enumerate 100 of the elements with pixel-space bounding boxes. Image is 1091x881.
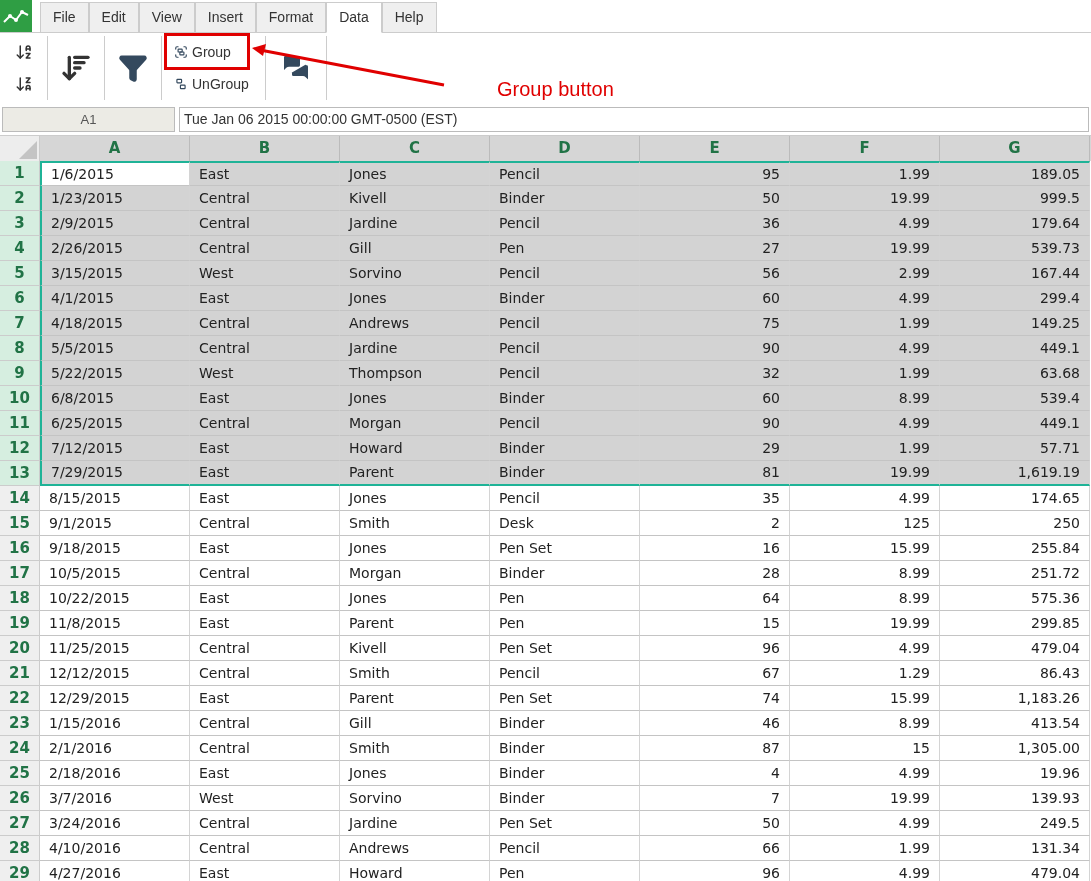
- table-cell: 64: [640, 586, 790, 611]
- table-cell: Central: [190, 561, 340, 586]
- table-cell: 1,183.26: [940, 686, 1090, 711]
- table-cell: 12/29/2015: [40, 686, 190, 711]
- table-cell: Central: [190, 711, 340, 736]
- table-cell: 6/8/2015: [40, 386, 190, 411]
- table-cell: 999.5: [940, 186, 1090, 211]
- menu-tab[interactable]: Help: [381, 2, 437, 33]
- row-header[interactable]: 22: [0, 686, 40, 711]
- table-cell: 19.99: [790, 611, 940, 636]
- table-cell: 3/7/2016: [40, 786, 190, 811]
- menu-tab[interactable]: Edit: [88, 2, 139, 33]
- row-header[interactable]: 29: [0, 861, 40, 881]
- table-cell: 81: [640, 461, 790, 486]
- table-cell: 4.99: [790, 336, 940, 361]
- row-header[interactable]: 14: [0, 486, 40, 511]
- table-cell: Binder: [490, 386, 640, 411]
- row-header[interactable]: 2: [0, 186, 40, 211]
- table-cell: Gill: [340, 236, 490, 261]
- table-cell: 2/18/2016: [40, 761, 190, 786]
- menu-tab[interactable]: View: [138, 2, 195, 33]
- group-button[interactable]: Group: [174, 41, 231, 63]
- row-header[interactable]: 20: [0, 636, 40, 661]
- table-cell: 32: [640, 361, 790, 386]
- table-cell: 4.99: [790, 486, 940, 511]
- table-cell: 36: [640, 211, 790, 236]
- table-cell: Jones: [340, 486, 490, 511]
- row-header[interactable]: 18: [0, 586, 40, 611]
- table-cell: 3/15/2015: [40, 261, 190, 286]
- annotation-label: Group button: [497, 77, 614, 102]
- row-header[interactable]: 26: [0, 786, 40, 811]
- menu-tab[interactable]: Insert: [194, 2, 256, 33]
- table-cell: Binder: [490, 786, 640, 811]
- table-cell: 46: [640, 711, 790, 736]
- table-cell: 60: [640, 286, 790, 311]
- table-cell: 1.99: [790, 361, 940, 386]
- table-cell: East: [190, 436, 340, 461]
- sort-descending-button[interactable]: [14, 75, 33, 93]
- ungroup-icon: [174, 77, 188, 91]
- table-cell: 19.99: [790, 461, 940, 486]
- row-header[interactable]: 6: [0, 286, 40, 311]
- menu-tab[interactable]: Data: [326, 2, 382, 33]
- row-header[interactable]: 17: [0, 561, 40, 586]
- table-cell: Central: [190, 211, 340, 236]
- ungroup-button[interactable]: UnGroup: [174, 73, 249, 95]
- table-cell: 2/9/2015: [40, 211, 190, 236]
- table-cell: Jones: [340, 161, 490, 186]
- table-cell: East: [190, 386, 340, 411]
- row-header[interactable]: 13: [0, 461, 40, 486]
- row-header[interactable]: 11: [0, 411, 40, 436]
- row-header[interactable]: 1: [0, 161, 40, 186]
- filter-button[interactable]: [118, 53, 148, 83]
- row-header[interactable]: 28: [0, 836, 40, 861]
- table-cell: 131.34: [940, 836, 1090, 861]
- row-header[interactable]: 4: [0, 236, 40, 261]
- row-header[interactable]: 15: [0, 511, 40, 536]
- row-header[interactable]: 5: [0, 261, 40, 286]
- table-cell: 10/22/2015: [40, 586, 190, 611]
- table-cell: 167.44: [940, 261, 1090, 286]
- row-header[interactable]: 3: [0, 211, 40, 236]
- table-cell: Kivell: [340, 186, 490, 211]
- menu-tab[interactable]: File: [40, 2, 89, 33]
- table-cell: Jones: [340, 761, 490, 786]
- table-cell: 8.99: [790, 586, 940, 611]
- row-header[interactable]: 8: [0, 336, 40, 361]
- table-cell: East: [190, 586, 340, 611]
- menu-tab[interactable]: Format: [255, 2, 327, 33]
- table-cell: 1.29: [790, 661, 940, 686]
- formula-field[interactable]: Tue Jan 06 2015 00:00:00 GMT-0500 (EST): [179, 107, 1089, 132]
- row-header[interactable]: 16: [0, 536, 40, 561]
- row-header[interactable]: 7: [0, 311, 40, 336]
- row-header[interactable]: 25: [0, 761, 40, 786]
- table-cell: 63.68: [940, 361, 1090, 386]
- table-cell: 125: [790, 511, 940, 536]
- row-header[interactable]: 12: [0, 436, 40, 461]
- row-header[interactable]: 21: [0, 661, 40, 686]
- table-cell: 35: [640, 486, 790, 511]
- table-cell: Smith: [340, 511, 490, 536]
- row-header[interactable]: 27: [0, 811, 40, 836]
- row-header[interactable]: 19: [0, 611, 40, 636]
- table-cell: 75: [640, 311, 790, 336]
- table-cell: Binder: [490, 436, 640, 461]
- table-cell: 1/6/2015: [40, 161, 190, 186]
- table-cell: 179.64: [940, 211, 1090, 236]
- table-cell: 66: [640, 836, 790, 861]
- row-header[interactable]: 9: [0, 361, 40, 386]
- table-cell: Central: [190, 511, 340, 536]
- table-cell: 5/22/2015: [40, 361, 190, 386]
- table-cell: 2.99: [790, 261, 940, 286]
- row-header[interactable]: 23: [0, 711, 40, 736]
- table-cell: 1/15/2016: [40, 711, 190, 736]
- table-cell: Pencil: [490, 161, 640, 186]
- table-cell: West: [190, 261, 340, 286]
- table-cell: 174.65: [940, 486, 1090, 511]
- cell-name-box[interactable]: A1: [2, 107, 175, 132]
- sort-ascending-button[interactable]: [14, 43, 33, 61]
- table-cell: 8.99: [790, 561, 940, 586]
- row-header[interactable]: 24: [0, 736, 40, 761]
- row-header[interactable]: 10: [0, 386, 40, 411]
- table-cell: 1/23/2015: [40, 186, 190, 211]
